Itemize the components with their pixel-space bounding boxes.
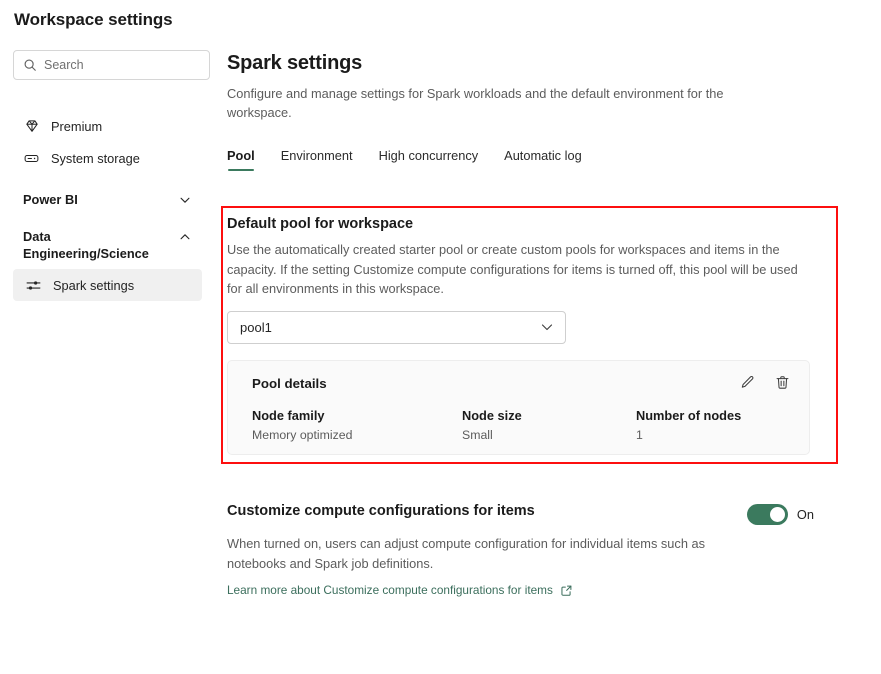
pool-detail-node-size: Node size Small <box>462 408 522 442</box>
column-value: Memory optimized <box>252 428 352 442</box>
toggle-state-label: On <box>797 507 814 522</box>
trash-icon[interactable] <box>773 374 791 392</box>
pool-details-columns: Node family Memory optimized Node size S… <box>252 408 789 450</box>
learn-more-link[interactable]: Learn more about Customize compute confi… <box>227 583 573 597</box>
search-input[interactable] <box>44 58 184 72</box>
search-box[interactable] <box>13 50 210 80</box>
sidebar: Premium System storage Power BI <box>0 50 215 301</box>
section-title: Default pool for workspace <box>227 216 832 232</box>
tab-high-concurrency[interactable]: High concurrency <box>379 148 479 171</box>
external-link-icon <box>560 584 573 597</box>
toggle-knob <box>770 507 785 522</box>
customize-compute-header-row: Customize compute configurations for ite… <box>227 503 827 525</box>
main-title: Spark settings <box>227 52 867 75</box>
pool-detail-number-of-nodes: Number of nodes 1 <box>636 408 741 442</box>
sidebar-item-system-storage[interactable]: System storage <box>13 142 202 174</box>
sidebar-item-premium[interactable]: Premium <box>13 110 202 142</box>
customize-compute-toggle-wrap: On <box>747 504 814 525</box>
column-value: Small <box>462 428 522 442</box>
tab-automatic-log[interactable]: Automatic log <box>504 148 582 171</box>
customize-compute-description: When turned on, users can adjust compute… <box>227 534 747 573</box>
chevron-down-icon <box>539 319 555 335</box>
sidebar-group-label: Power BI <box>23 191 78 208</box>
sidebar-group-data-engineering-science[interactable]: Data Engineering/Science <box>13 225 202 265</box>
search-icon <box>23 58 37 72</box>
tab-bar: Pool Environment High concurrency Automa… <box>227 144 867 171</box>
learn-more-label: Learn more about Customize compute confi… <box>227 583 553 597</box>
sidebar-item-label: Spark settings <box>53 278 134 293</box>
pencil-icon[interactable] <box>738 374 756 392</box>
sidebar-item-label: Premium <box>51 119 102 134</box>
main-content: Spark settings Configure and manage sett… <box>227 52 867 171</box>
diamond-icon <box>23 118 40 135</box>
page-title: Workspace settings <box>14 10 173 30</box>
sidebar-nav: Premium System storage Power BI <box>0 100 215 301</box>
chevron-up-icon <box>178 230 192 244</box>
sidebar-group-power-bi[interactable]: Power BI <box>13 188 202 211</box>
section-description: Use the automatically created starter po… <box>227 240 807 299</box>
sidebar-item-label: System storage <box>51 151 140 166</box>
dropdown-value: pool1 <box>240 320 272 335</box>
sidebar-group-label: Data Engineering/Science <box>23 228 173 262</box>
column-header: Node family <box>252 408 352 423</box>
chevron-down-icon <box>178 193 192 207</box>
tab-pool[interactable]: Pool <box>227 148 255 171</box>
default-pool-dropdown[interactable]: pool1 <box>227 311 566 344</box>
tab-environment[interactable]: Environment <box>281 148 353 171</box>
pool-details-actions <box>738 374 791 392</box>
sidebar-item-spark-settings[interactable]: Spark settings <box>13 269 202 301</box>
customize-compute-section: Customize compute configurations for ite… <box>227 503 827 599</box>
customize-compute-toggle[interactable] <box>747 504 788 525</box>
customize-compute-title: Customize compute configurations for ite… <box>227 503 535 519</box>
main-subtitle: Configure and manage settings for Spark … <box>227 84 775 122</box>
pool-details-title: Pool details <box>252 376 789 391</box>
column-header: Number of nodes <box>636 408 741 423</box>
pool-detail-node-family: Node family Memory optimized <box>252 408 352 442</box>
sliders-icon <box>25 277 42 294</box>
storage-icon <box>23 150 40 167</box>
workspace-settings-page: Workspace settings Premium <box>0 0 881 674</box>
column-header: Node size <box>462 408 522 423</box>
pool-details-card: Pool details <box>227 360 810 455</box>
default-pool-section: Default pool for workspace Use the autom… <box>227 216 832 455</box>
column-value: 1 <box>636 428 741 442</box>
